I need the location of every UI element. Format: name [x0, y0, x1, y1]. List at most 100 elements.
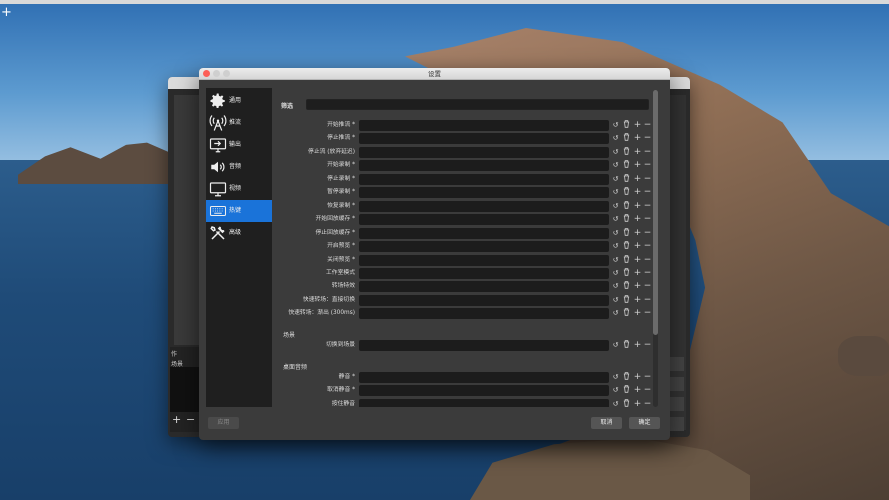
hotkey-input[interactable] [359, 160, 609, 172]
cancel-button[interactable]: 取消 [591, 417, 622, 429]
close-icon[interactable] [203, 70, 210, 77]
reset-icon[interactable]: ↺ [611, 308, 620, 319]
hotkey-input[interactable] [359, 267, 609, 279]
hotkey-input[interactable] [359, 200, 609, 212]
add-icon[interactable]: + [633, 372, 642, 383]
hotkey-input[interactable] [359, 187, 609, 199]
remove-icon[interactable]: − [643, 308, 652, 319]
add-scene-button[interactable]: + [172, 413, 181, 426]
apply-button[interactable]: 应用 [208, 417, 239, 429]
add-icon[interactable]: + [633, 255, 642, 266]
hotkey-input[interactable] [359, 281, 609, 293]
hotkey-input[interactable] [359, 214, 609, 226]
reset-icon[interactable]: ↺ [611, 133, 620, 144]
trash-icon[interactable] [622, 187, 631, 198]
reset-icon[interactable]: ↺ [611, 385, 620, 396]
remove-icon[interactable]: − [643, 201, 652, 212]
trash-icon[interactable] [622, 372, 631, 383]
remove-icon[interactable]: − [643, 120, 652, 131]
sidebar-item-video[interactable]: 视频 [206, 178, 272, 200]
reset-icon[interactable]: ↺ [611, 281, 620, 292]
sidebar-item-output[interactable]: 输出 [206, 134, 272, 156]
remove-icon[interactable]: − [643, 228, 652, 239]
add-icon[interactable]: + [633, 268, 642, 279]
ok-button[interactable]: 确定 [629, 417, 660, 429]
remove-icon[interactable]: − [643, 340, 652, 351]
add-icon[interactable]: + [633, 281, 642, 292]
add-icon[interactable]: + [633, 228, 642, 239]
reset-icon[interactable]: ↺ [611, 147, 620, 158]
trash-icon[interactable] [622, 214, 631, 225]
minimize-icon[interactable] [213, 70, 220, 77]
sidebar-item-stream[interactable]: 推流 [206, 112, 272, 134]
hotkey-input[interactable] [359, 241, 609, 253]
hotkey-input[interactable] [359, 308, 609, 320]
hotkey-input[interactable] [359, 120, 609, 131]
reset-icon[interactable]: ↺ [611, 174, 620, 185]
remove-icon[interactable]: − [643, 385, 652, 396]
trash-icon[interactable] [622, 147, 631, 158]
remove-scene-button[interactable]: − [186, 413, 195, 426]
hotkey-input[interactable] [359, 340, 609, 351]
add-icon[interactable]: + [633, 187, 642, 198]
trash-icon[interactable] [622, 174, 631, 185]
add-icon[interactable]: + [633, 174, 642, 185]
reset-icon[interactable]: ↺ [611, 201, 620, 212]
trash-icon[interactable] [622, 133, 631, 144]
add-icon[interactable]: + [633, 147, 642, 158]
add-icon[interactable]: + [633, 385, 642, 396]
trash-icon[interactable] [622, 241, 631, 252]
remove-icon[interactable]: − [643, 295, 652, 306]
trash-icon[interactable] [622, 254, 631, 266]
remove-icon[interactable]: − [643, 133, 652, 144]
remove-icon[interactable]: − [643, 281, 652, 292]
trash-icon[interactable] [622, 295, 631, 306]
reset-icon[interactable]: ↺ [611, 399, 620, 407]
reset-icon[interactable]: ↺ [611, 372, 620, 383]
reset-icon[interactable]: ↺ [611, 160, 620, 171]
add-icon[interactable]: + [633, 214, 642, 225]
reset-icon[interactable]: ↺ [611, 268, 620, 279]
hotkey-input[interactable] [359, 133, 609, 145]
sidebar-item-hotkeys[interactable]: 热键 [206, 200, 272, 222]
remove-icon[interactable]: − [643, 399, 652, 407]
add-icon[interactable]: + [633, 308, 642, 319]
add-icon[interactable]: + [633, 120, 642, 131]
add-icon[interactable]: + [633, 295, 642, 306]
maximize-icon[interactable] [223, 70, 230, 77]
trash-icon[interactable] [622, 281, 631, 292]
hotkey-input[interactable] [359, 372, 609, 383]
add-icon[interactable]: + [633, 241, 642, 252]
trash-icon[interactable] [622, 268, 631, 279]
hotkey-input[interactable] [359, 173, 609, 185]
reset-icon[interactable]: ↺ [611, 120, 620, 131]
trash-icon[interactable] [622, 200, 631, 212]
hotkey-input[interactable] [359, 294, 609, 306]
sidebar-item-advanced[interactable]: 高级 [206, 222, 272, 244]
trash-icon[interactable] [622, 340, 631, 351]
reset-icon[interactable]: ↺ [611, 340, 620, 351]
reset-icon[interactable]: ↺ [611, 214, 620, 225]
hotkey-input[interactable] [359, 398, 609, 407]
reset-icon[interactable]: ↺ [611, 255, 620, 266]
trash-icon[interactable] [622, 385, 631, 396]
hotkey-input[interactable] [359, 146, 609, 158]
remove-icon[interactable]: − [643, 372, 652, 383]
trash-icon[interactable] [622, 399, 631, 407]
add-icon[interactable]: + [633, 399, 642, 407]
add-icon[interactable]: + [633, 133, 642, 144]
hotkey-input[interactable] [359, 385, 609, 397]
scrollbar-thumb[interactable] [653, 90, 658, 335]
trash-icon[interactable] [622, 120, 631, 131]
remove-icon[interactable]: − [643, 174, 652, 185]
reset-icon[interactable]: ↺ [611, 241, 620, 252]
reset-icon[interactable]: ↺ [611, 295, 620, 306]
remove-icon[interactable]: − [643, 255, 652, 266]
filter-input[interactable] [306, 99, 649, 110]
reset-icon[interactable]: ↺ [611, 228, 620, 239]
trash-icon[interactable] [622, 160, 631, 171]
sidebar-item-general[interactable]: 通用 [206, 90, 272, 112]
add-icon[interactable]: + [633, 160, 642, 171]
trash-icon[interactable] [622, 227, 631, 239]
add-icon[interactable]: + [633, 340, 642, 351]
